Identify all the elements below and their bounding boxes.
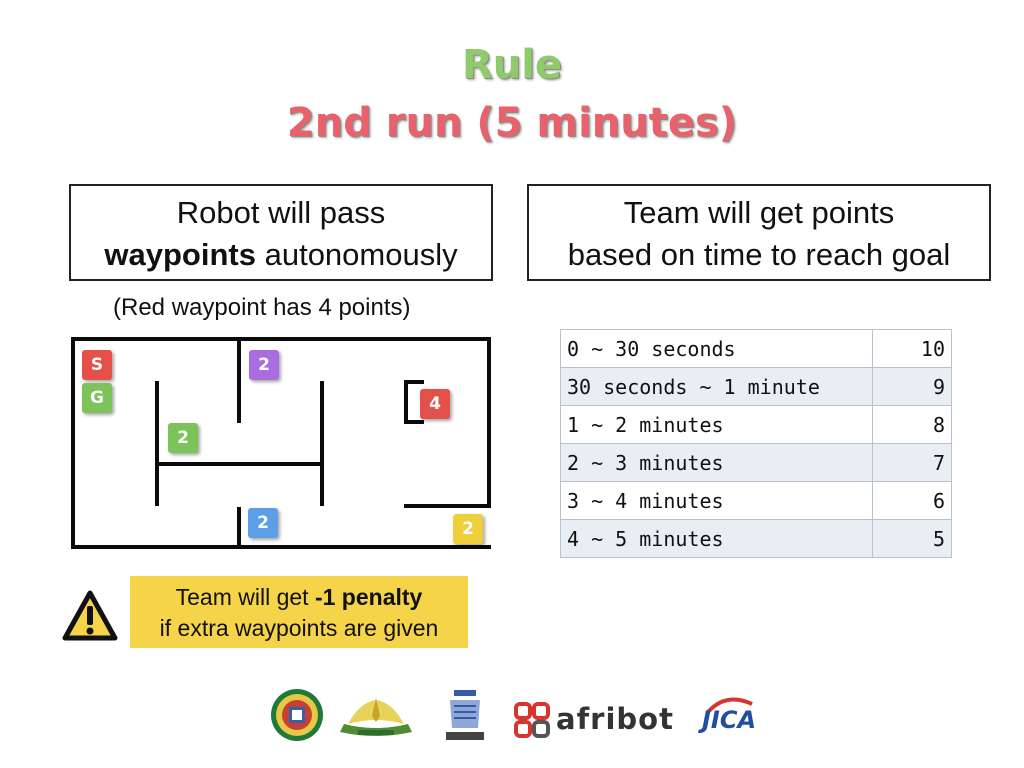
time-range-cell: 4 ~ 5 minutes (560, 519, 873, 558)
afribot-mark-icon (514, 702, 550, 738)
table-row: 4 ~ 5 minutes 5 (560, 519, 952, 558)
points-cell: 7 (872, 443, 952, 482)
penalty-note: Team will get -1 penalty if extra waypoi… (130, 576, 468, 648)
afribot-wordmark: afribot (556, 702, 674, 736)
points-rule-line2: based on time to reach goal (567, 237, 951, 272)
maze-wall-bottom (71, 545, 491, 549)
jica-logo: JICA (700, 692, 758, 742)
table-row: 3 ~ 4 minutes 6 (560, 481, 952, 520)
time-range-cell: 3 ~ 4 minutes (560, 481, 873, 520)
maze-wall-right-upper (487, 337, 491, 507)
afribot-logo: afribot (514, 700, 684, 740)
time-range-cell: 1 ~ 2 minutes (560, 405, 873, 444)
waypoint-blue: 2 (248, 508, 278, 538)
jica-wordmark: JICA (702, 706, 757, 734)
time-range-cell: 2 ~ 3 minutes (560, 443, 873, 482)
points-cell: 10 (872, 329, 952, 368)
waypoint-rule-line2: waypoints autonomously (71, 234, 491, 276)
time-range-cell: 0 ~ 30 seconds (560, 329, 873, 368)
table-row: 2 ~ 3 minutes 7 (560, 443, 952, 482)
waypoint-yellow: 2 (453, 514, 483, 544)
maze-wall-inner (237, 337, 241, 423)
goal-marker: G (82, 383, 112, 413)
waypoint-green: 2 (168, 423, 198, 453)
penalty-line1-text: Team will get (175, 584, 315, 610)
warning-icon (62, 590, 118, 641)
university-seal-logo (271, 689, 323, 741)
penalty-line2: if extra waypoints are given (159, 615, 439, 641)
maze-wall-left (71, 337, 75, 549)
red-waypoint-note: (Red waypoint has 4 points) (113, 294, 411, 321)
crest-logo (340, 698, 412, 736)
table-row: 1 ~ 2 minutes 8 (560, 405, 952, 444)
table-row: 0 ~ 30 seconds 10 (560, 329, 952, 368)
table-row: 30 seconds ~ 1 minute 9 (560, 367, 952, 406)
waypoint-rule-line1: Robot will pass (176, 195, 386, 230)
maze-wall-inner (155, 462, 324, 466)
maze-wall-alcove (404, 420, 424, 424)
maze-wall-inner (155, 381, 159, 506)
nagasaki-university-logo (446, 690, 484, 740)
slide-subtitle: 2nd run (5 minutes) (286, 100, 738, 146)
points-table: 0 ~ 30 seconds 10 30 seconds ~ 1 minute … (560, 329, 952, 558)
waypoints-bold-text: waypoints (104, 237, 256, 272)
start-marker: S (82, 350, 112, 380)
points-cell: 5 (872, 519, 952, 558)
points-rule-line1: Team will get points (623, 195, 895, 230)
points-cell: 9 (872, 367, 952, 406)
maze-wall-top (71, 337, 491, 341)
waypoint-rule-line2-rest: autonomously (255, 237, 458, 272)
time-range-cell: 30 seconds ~ 1 minute (560, 367, 873, 406)
maze-wall-alcove (404, 380, 408, 424)
maze-wall-inner (320, 381, 324, 506)
slide-title: Rule (461, 42, 563, 88)
penalty-bold-text: -1 penalty (314, 584, 423, 610)
maze-wall-alcove (404, 380, 424, 384)
points-rule-box: Team will get points based on time to re… (527, 184, 991, 281)
points-cell: 8 (872, 405, 952, 444)
penalty-line1: Team will get -1 penalty (130, 582, 468, 613)
waypoint-rule-box: Robot will pass waypoints autonomously (69, 184, 493, 281)
waypoint-purple: 2 (249, 350, 279, 380)
maze-wall-inner (404, 504, 491, 508)
maze-wall-inner (237, 507, 241, 549)
points-cell: 6 (872, 481, 952, 520)
waypoint-red: 4 (420, 389, 450, 419)
